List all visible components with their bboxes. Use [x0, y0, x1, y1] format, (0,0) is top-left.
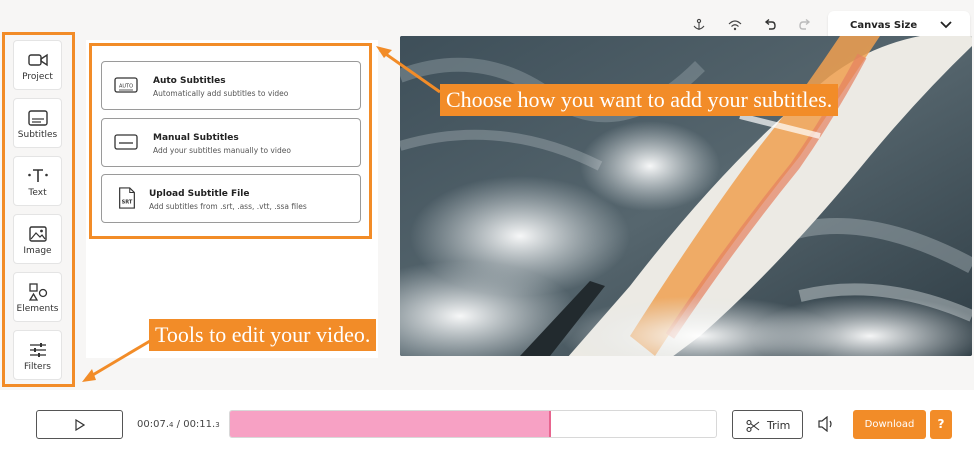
option-description: Add your subtitles manually to video: [153, 146, 291, 155]
sidebar-item-filters[interactable]: Filters: [13, 330, 62, 380]
trim-button[interactable]: Trim: [732, 410, 803, 439]
redo-icon[interactable]: [798, 18, 812, 32]
option-description: Add subtitles from .srt, .ass, .vtt, .ss…: [149, 202, 307, 211]
sidebar-item-text[interactable]: Text: [13, 156, 62, 206]
sliders-icon: [29, 343, 46, 357]
sidebar-item-image[interactable]: Image: [13, 214, 62, 264]
sidebar-item-label: Filters: [24, 362, 51, 372]
volume-icon[interactable]: [817, 416, 835, 432]
sidebar-item-project[interactable]: Project: [13, 40, 62, 90]
keyboard-subtitle-icon: [114, 134, 138, 150]
srt-file-icon: SRT: [119, 187, 135, 209]
total-time: 00:11.: [183, 419, 216, 430]
scissors-icon: [746, 419, 760, 433]
current-time: 00:07.: [137, 419, 169, 430]
auto-subtitles-option[interactable]: AUTO Auto Subtitles Automatically add su…: [101, 61, 361, 110]
sidebar-item-elements[interactable]: Elements: [13, 272, 62, 322]
shapes-icon: [28, 283, 47, 301]
canvas-size-label: Canvas Size: [850, 20, 918, 31]
srt-icon-text: SRT: [122, 200, 133, 206]
text-icon: [27, 169, 48, 182]
wifi-icon[interactable]: [728, 18, 742, 32]
download-button[interactable]: Download: [853, 410, 926, 439]
auto-icon-text: AUTO: [119, 84, 133, 90]
anchor-icon[interactable]: [692, 18, 706, 32]
option-title: Upload Subtitle File: [149, 189, 250, 199]
auto-icon: AUTO: [114, 77, 138, 93]
editor-window: Project Subtitles Text Image Elements Fi…: [0, 0, 974, 449]
timeline-progress-fill: [230, 411, 552, 437]
chevron-down-icon: [940, 21, 952, 29]
option-title: Auto Subtitles: [153, 76, 226, 86]
sidebar-item-subtitles[interactable]: Subtitles: [13, 98, 62, 148]
playback-bar: 00:07.4 / 00:11.3 Trim Download ?: [0, 390, 974, 449]
sidebar-item-label: Elements: [16, 304, 59, 314]
time-separator: /: [173, 419, 184, 430]
time-display: 00:07.4 / 00:11.3: [137, 419, 220, 430]
sidebar-item-label: Text: [28, 188, 47, 198]
image-icon: [28, 226, 47, 242]
timeline-progress[interactable]: [229, 410, 717, 438]
trim-label: Trim: [767, 419, 791, 432]
sidebar-item-label: Subtitles: [17, 130, 58, 140]
video-camera-icon: [27, 53, 48, 67]
tools-callout: Tools to edit your video.: [149, 319, 377, 351]
subtitles-callout: Choose how you want to add your subtitle…: [440, 84, 839, 116]
sidebar-item-label: Project: [22, 72, 53, 82]
play-button[interactable]: [36, 410, 123, 439]
tools-sidebar: Project Subtitles Text Image Elements Fi…: [2, 32, 75, 387]
sidebar-item-label: Image: [23, 246, 52, 256]
undo-icon[interactable]: [763, 18, 777, 32]
help-button[interactable]: ?: [930, 410, 952, 439]
manual-subtitles-option[interactable]: Manual Subtitles Add your subtitles manu…: [101, 118, 361, 167]
upload-subtitle-file-option[interactable]: SRT Upload Subtitle File Add subtitles f…: [101, 174, 361, 223]
option-title: Manual Subtitles: [153, 133, 239, 143]
play-icon: [75, 419, 85, 431]
subtitles-icon: [27, 110, 48, 126]
option-description: Automatically add subtitles to video: [153, 89, 289, 98]
total-time-fraction: 3: [215, 421, 220, 429]
